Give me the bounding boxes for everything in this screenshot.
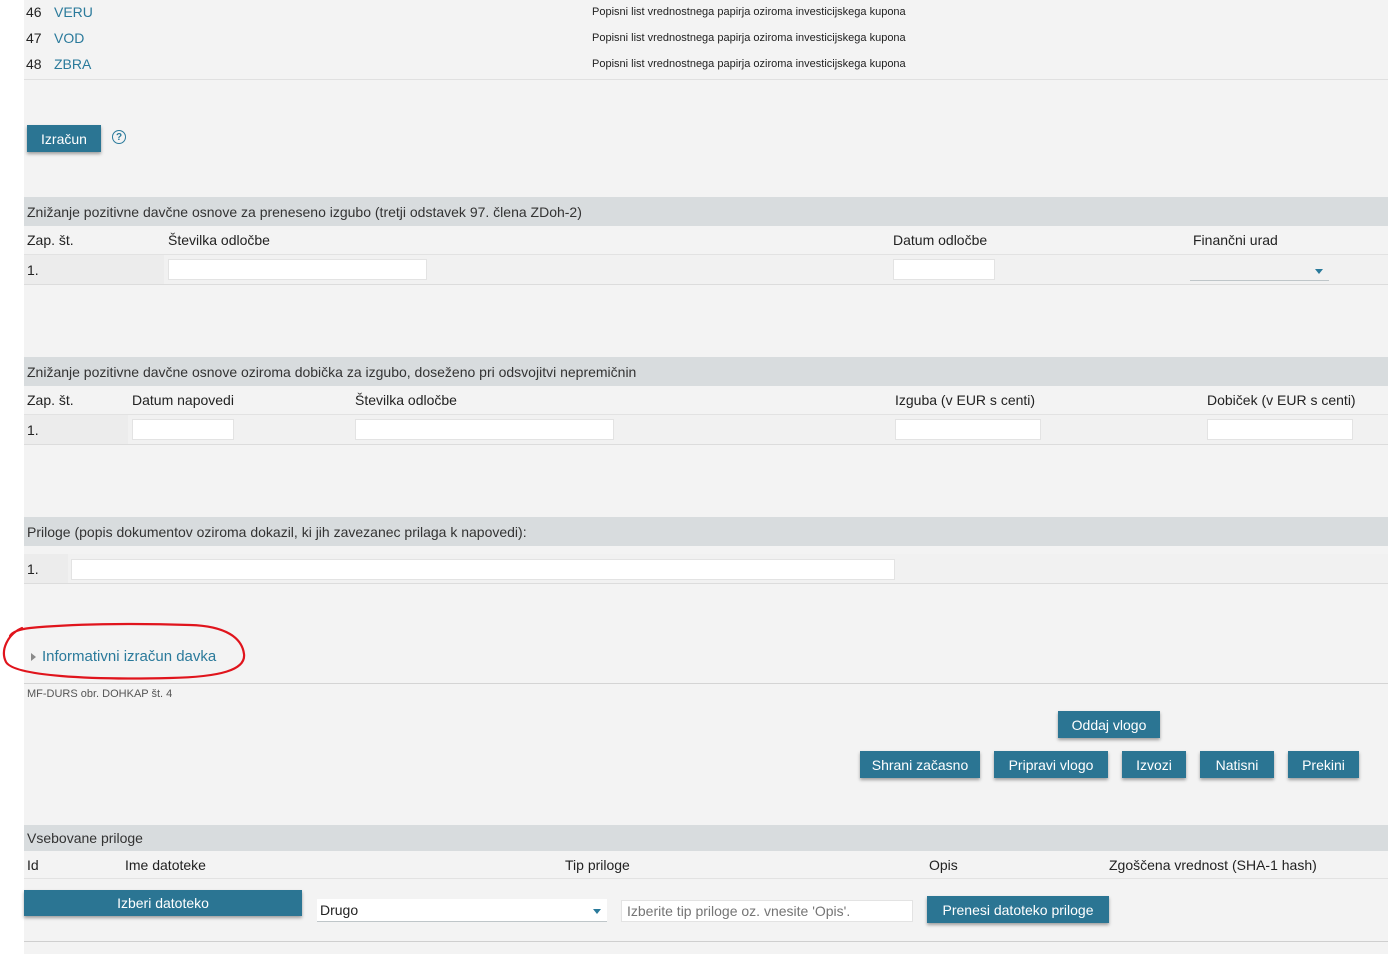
decision-date-input[interactable] (893, 259, 995, 280)
list-item-desc: Popisni list vrednostnega papirja ozirom… (592, 6, 906, 18)
page: 46 VERU Popisni list vrednostnega papirj… (2, 0, 1388, 954)
return-date-input[interactable] (132, 419, 234, 440)
upload-attachment-button[interactable]: Prenesi datoteko priloge (927, 896, 1109, 923)
attachment-type-select[interactable]: Drugo (317, 899, 607, 922)
section-title: Vsebovane priloge (24, 825, 1388, 851)
table-row: 1. (24, 554, 1388, 584)
form-code: MF-DURS obr. DOHKAP št. 4 (27, 688, 173, 700)
informative-tax-calc-toggle[interactable]: Informativni izračun davka (42, 648, 216, 665)
table-header: Id Ime datoteke Tip priloge Opis Zgoščen… (24, 851, 1388, 879)
section-title: Znižanje pozitivne davčne osnove za pren… (24, 197, 1388, 226)
table-row: 1. (24, 255, 1388, 285)
save-draft-button[interactable]: Shrani začasno (860, 751, 980, 778)
column-header: Zap. št. (27, 392, 74, 408)
list-item-num: 46 (26, 4, 42, 20)
divider (24, 79, 1388, 80)
decision-number-input[interactable] (168, 259, 427, 280)
divider (24, 941, 1388, 942)
chevron-down-icon (593, 909, 601, 914)
calculate-button[interactable]: Izračun (27, 125, 101, 152)
table-row: 1. (24, 415, 1388, 445)
cancel-button[interactable]: Prekini (1288, 751, 1359, 778)
question-circle-icon[interactable]: ? (112, 130, 126, 144)
column-header: Zap. št. (27, 232, 74, 248)
column-header: Ime datoteke (125, 856, 206, 873)
list-item-code-link[interactable]: ZBRA (54, 56, 91, 72)
attachment-description-input[interactable] (71, 559, 895, 580)
triangle-right-icon (31, 653, 36, 661)
list-item-code-link[interactable]: VERU (54, 4, 93, 20)
list-item-desc: Popisni list vrednostnega papirja ozirom… (592, 58, 906, 70)
row-number: 1. (27, 560, 39, 577)
list-item-num: 47 (26, 30, 42, 46)
section-title: Priloge (popis dokumentov oziroma dokazi… (24, 517, 1388, 546)
list-item-num: 48 (26, 56, 42, 72)
row-number: 1. (27, 261, 39, 278)
column-header: Izguba (v EUR s centi) (895, 392, 1036, 408)
column-header: Opis (929, 856, 958, 873)
chevron-down-icon (1315, 269, 1323, 274)
export-button[interactable]: Izvozi (1122, 751, 1186, 778)
list-item-code-link[interactable]: VOD (54, 30, 84, 46)
column-header: Zgoščena vrednost (SHA-1 hash) (1109, 856, 1317, 873)
select-value: Drugo (320, 902, 359, 918)
submit-button[interactable]: Oddaj vlogo (1058, 711, 1160, 738)
attachment-description-input[interactable] (621, 900, 913, 922)
profit-amount-input[interactable] (1207, 419, 1353, 440)
list-item-desc: Popisni list vrednostnega papirja ozirom… (592, 32, 906, 44)
column-header: Številka odločbe (168, 232, 270, 248)
choose-file-button[interactable]: Izberi datoteko (24, 890, 302, 916)
column-header: Datum napovedi (132, 392, 234, 408)
divider (24, 683, 1388, 684)
tax-office-select[interactable] (1190, 259, 1329, 281)
table-header: Zap. št. Datum napovedi Številka odločbe… (24, 386, 1388, 415)
column-header: Id (27, 856, 39, 873)
column-header: Datum odločbe (893, 232, 988, 248)
column-header: Dobiček (v EUR s centi) (1207, 392, 1356, 408)
table-header: Zap. št. Številka odločbe Datum odločbe … (24, 226, 1388, 255)
column-header: Finančni urad (1193, 232, 1278, 248)
column-header: Tip priloge (565, 856, 630, 873)
section-title: Znižanje pozitivne davčne osnove oziroma… (24, 357, 1388, 386)
decision-number-input[interactable] (355, 419, 614, 440)
row-number: 1. (27, 421, 39, 438)
print-button[interactable]: Natisni (1200, 751, 1274, 778)
prepare-button[interactable]: Pripravi vlogo (994, 751, 1108, 778)
loss-amount-input[interactable] (895, 419, 1041, 440)
column-header: Številka odločbe (355, 392, 457, 408)
